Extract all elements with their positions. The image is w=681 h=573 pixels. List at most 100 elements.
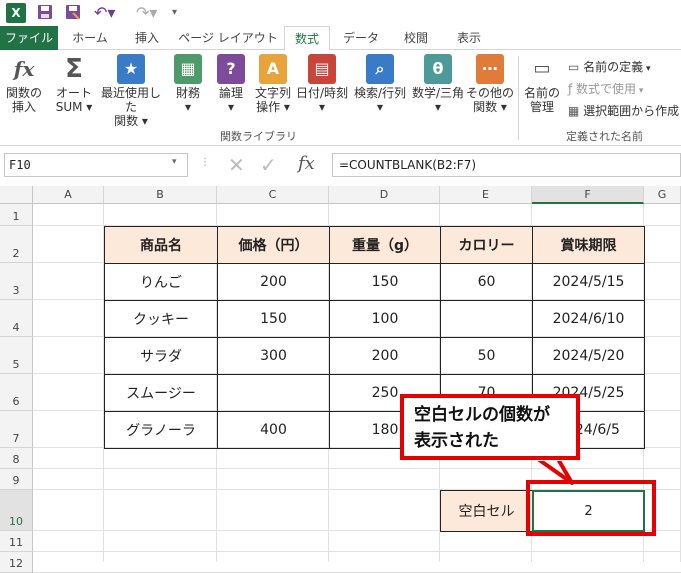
recently-used-button[interactable]: ★ 最近使用した 関数 ▾ — [96, 54, 166, 128]
column-header[interactable]: B — [104, 186, 217, 204]
define-name-button[interactable]: ▭ 名前の定義 ▾ — [568, 58, 651, 75]
text-icon: A — [259, 54, 287, 84]
chevron-down-icon: ▾ — [636, 86, 644, 96]
use-in-formula-button[interactable]: ƒ 数式で使用 ▾ — [568, 80, 643, 97]
save-icon[interactable] — [36, 3, 56, 23]
row-header[interactable]: 3 — [0, 263, 33, 300]
column-header[interactable]: G — [644, 186, 681, 204]
table-cell[interactable] — [440, 300, 533, 338]
logical-button[interactable]: ? 論理 ▾ — [212, 54, 250, 114]
tab-formulas[interactable]: 数式 — [284, 26, 330, 51]
table-cell[interactable]: グラノーラ — [104, 411, 218, 449]
fx-icon: fx — [13, 57, 35, 81]
row-header[interactable]: 8 — [0, 448, 33, 469]
table-cell[interactable]: クッキー — [104, 300, 218, 338]
row-header[interactable]: 2 — [0, 226, 33, 263]
tab-home[interactable]: ホーム — [64, 26, 116, 50]
table-cell[interactable]: 400 — [217, 411, 330, 449]
formula-input[interactable]: =COUNTBLANK(B2:F7) — [332, 153, 681, 177]
ribbon-formulas: fx 関数の 挿入 Σ オート SUM ▾ ★ 最近使用した 関数 ▾ ▦ 財務… — [0, 50, 681, 146]
table-cell[interactable]: サラダ — [104, 337, 218, 375]
tab-data[interactable]: データ — [336, 26, 386, 50]
calendar-icon: ▤ — [308, 54, 336, 84]
row-header[interactable]: 9 — [0, 469, 33, 490]
row-header[interactable]: 12 — [0, 552, 33, 573]
table-cell[interactable]: 150 — [217, 300, 330, 338]
tab-insert[interactable]: 挿入 — [124, 26, 170, 50]
row-header[interactable]: 6 — [0, 374, 33, 411]
sigma-icon: Σ — [65, 54, 83, 84]
customize-qat-icon[interactable]: ▾ — [172, 3, 192, 23]
table-cell[interactable]: 50 — [440, 337, 533, 375]
row-header[interactable]: 5 — [0, 337, 33, 374]
more-functions-button[interactable]: ⋯ その他の 関数 ▾ — [466, 54, 514, 114]
name-box-dropdown-icon[interactable]: ▾ — [172, 157, 177, 167]
table-cell[interactable] — [217, 374, 330, 412]
insert-function-icon[interactable]: fx — [298, 153, 315, 174]
table-header-cell[interactable]: 価格（円） — [217, 226, 330, 264]
save-as-icon[interactable] — [64, 3, 84, 23]
table-cell[interactable]: 300 — [217, 337, 330, 375]
tab-file[interactable]: ファイル — [0, 26, 58, 50]
table-cell[interactable]: 200 — [329, 337, 441, 375]
row-header[interactable]: 10 — [0, 490, 33, 531]
finance-icon: ▦ — [174, 54, 202, 84]
select-all-corner[interactable] — [0, 186, 33, 204]
button-label: SUM ▾ — [55, 100, 93, 114]
undo-icon[interactable]: ↶▾ — [94, 3, 115, 23]
enter-icon[interactable]: ✓ — [260, 153, 277, 177]
table-header-cell[interactable]: 重量（g） — [329, 226, 441, 264]
insert-function-button[interactable]: fx 関数の 挿入 — [4, 54, 44, 114]
date-time-button[interactable]: ▤ 日付/時刻 ▾ — [294, 54, 350, 114]
name-box[interactable]: F10 — [4, 153, 188, 177]
table-header-cell[interactable]: カロリー — [440, 226, 533, 264]
table-cell[interactable]: 2024/6/10 — [532, 300, 645, 338]
chevron-down-icon: ▾ — [643, 64, 651, 74]
button-label: 最近使用した — [100, 86, 161, 114]
redo-icon[interactable]: ↷▾ — [136, 3, 157, 23]
table-header-cell[interactable]: 商品名 — [104, 226, 218, 264]
row-header[interactable]: 1 — [0, 204, 33, 226]
column-header[interactable]: F — [532, 186, 644, 204]
tab-review[interactable]: 校閲 — [394, 26, 438, 50]
row-header[interactable]: 11 — [0, 531, 33, 552]
table-cell[interactable]: 200 — [217, 263, 330, 301]
table-cell[interactable]: 150 — [329, 263, 441, 301]
button-label: 関数 ▾ — [114, 114, 148, 128]
table-cell[interactable]: 100 — [329, 300, 441, 338]
table-cell[interactable]: スムージー — [104, 374, 218, 412]
button-label: ▾ — [184, 100, 192, 114]
tab-view[interactable]: 表示 — [446, 26, 492, 50]
column-header[interactable]: E — [440, 186, 532, 204]
button-label: ▾ — [227, 100, 235, 114]
more-icon: ⋯ — [476, 54, 504, 84]
table-header-cell[interactable]: 賞味期限 — [532, 226, 645, 264]
row-header[interactable]: 7 — [0, 411, 33, 448]
button-label: 管理 — [529, 100, 554, 114]
use-in-formula-label: 数式で使用 — [576, 82, 637, 96]
column-header[interactable]: A — [33, 186, 104, 204]
name-manager-icon: ▭ — [533, 58, 551, 79]
lookup-reference-button[interactable]: ⌕ 検索/行列 ▾ — [352, 54, 408, 114]
create-from-selection-label: 選択範囲から作成 — [583, 104, 680, 118]
button-label: 名前の — [523, 86, 560, 100]
create-from-selection-button[interactable]: ▦ 選択範囲から作成 — [568, 102, 679, 119]
lookup-icon: ⌕ — [366, 54, 394, 84]
cancel-icon[interactable]: ✕ — [228, 153, 245, 177]
formula-bar-grip-icon[interactable]: ⋮ — [200, 157, 210, 168]
text-button[interactable]: A 文字列 操作 ▾ — [252, 54, 294, 114]
table-cell[interactable]: 2024/5/20 — [532, 337, 645, 375]
column-header[interactable]: C — [217, 186, 329, 204]
tab-page-layout[interactable]: ページ レイアウト — [176, 26, 280, 50]
autosum-button[interactable]: Σ オート SUM ▾ — [52, 54, 96, 114]
row-header[interactable]: 4 — [0, 300, 33, 337]
math-trig-button[interactable]: θ 数学/三角 ▾ — [410, 54, 466, 114]
table-cell[interactable]: 2024/5/15 — [532, 263, 645, 301]
name-manager-button[interactable]: ▭ 名前の 管理 — [522, 54, 562, 115]
column-header[interactable]: D — [329, 186, 440, 204]
button-label: その他の — [466, 86, 515, 100]
financial-button[interactable]: ▦ 財務 ▾ — [168, 54, 208, 114]
table-cell[interactable]: りんご — [104, 263, 218, 301]
result-label-cell[interactable]: 空白セル — [440, 490, 533, 532]
table-cell[interactable]: 60 — [440, 263, 533, 301]
